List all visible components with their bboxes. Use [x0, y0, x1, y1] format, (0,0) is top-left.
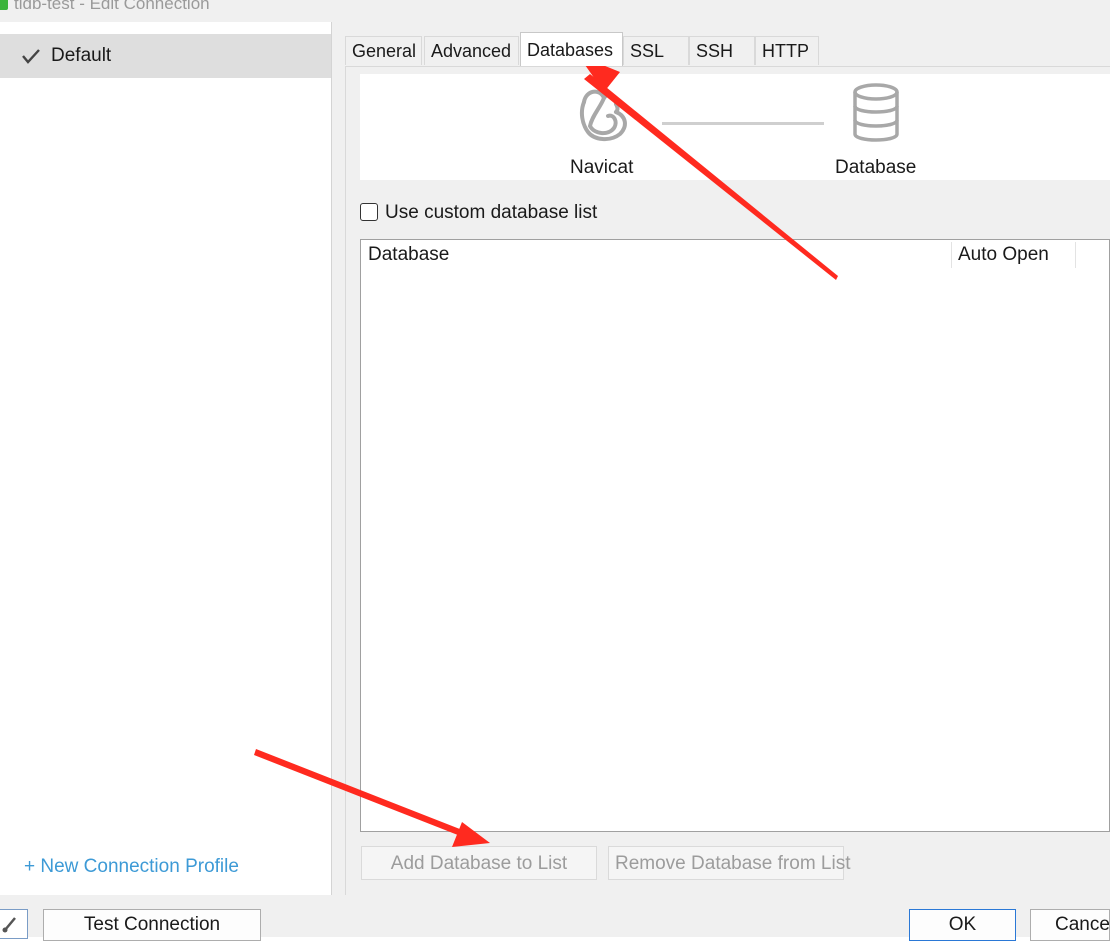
- app-icon: [0, 0, 8, 10]
- tab-ssl[interactable]: SSL: [623, 36, 689, 65]
- cancel-button[interactable]: Cancel: [1030, 909, 1110, 941]
- database-list-table[interactable]: Database Auto Open: [360, 239, 1110, 832]
- tab-ssh[interactable]: SSH: [689, 36, 755, 65]
- custom-database-list-checkbox[interactable]: [360, 203, 378, 221]
- checkmark-icon: [22, 49, 40, 64]
- navicat-logo-icon: [579, 89, 627, 141]
- tab-advanced[interactable]: Advanced: [424, 36, 519, 65]
- navicat-label: Navicat: [570, 157, 634, 178]
- sidebar-item-default[interactable]: Default: [0, 34, 331, 78]
- ok-button[interactable]: OK: [909, 909, 1016, 941]
- column-header-auto-open[interactable]: Auto Open: [958, 240, 1073, 270]
- tab-http[interactable]: HTTP: [755, 36, 819, 65]
- profile-sidebar: Default + New Connection Profile: [0, 22, 332, 895]
- tab-general[interactable]: General: [345, 36, 422, 65]
- column-separator[interactable]: [951, 242, 952, 268]
- connection-tool-button[interactable]: [0, 909, 28, 939]
- column-header-database[interactable]: Database: [368, 240, 948, 270]
- test-connection-button[interactable]: Test Connection: [43, 909, 261, 941]
- database-cylinder-icon: [853, 83, 899, 142]
- dialog-footer: Test Connection OK Cancel: [0, 895, 1110, 941]
- connection-diagram: Navicat Database: [360, 74, 1110, 180]
- tab-databases[interactable]: Databases: [520, 32, 623, 66]
- add-database-button[interactable]: Add Database to List: [361, 846, 597, 880]
- window-title: tidb-test - Edit Connection: [14, 0, 210, 13]
- new-connection-profile-link[interactable]: + New Connection Profile: [24, 856, 239, 878]
- custom-database-list-label: Use custom database list: [385, 202, 598, 223]
- connection-line: [662, 122, 824, 125]
- database-label: Database: [835, 157, 917, 178]
- title-bar: tidb-test - Edit Connection: [0, 0, 1110, 22]
- column-separator[interactable]: [1075, 242, 1076, 268]
- remove-database-button[interactable]: Remove Database from List: [608, 846, 851, 880]
- sidebar-item-label: Default: [51, 45, 112, 66]
- plug-icon: [2, 917, 16, 933]
- tab-strip: General Advanced Databases SSL SSH HTTP: [345, 32, 1110, 66]
